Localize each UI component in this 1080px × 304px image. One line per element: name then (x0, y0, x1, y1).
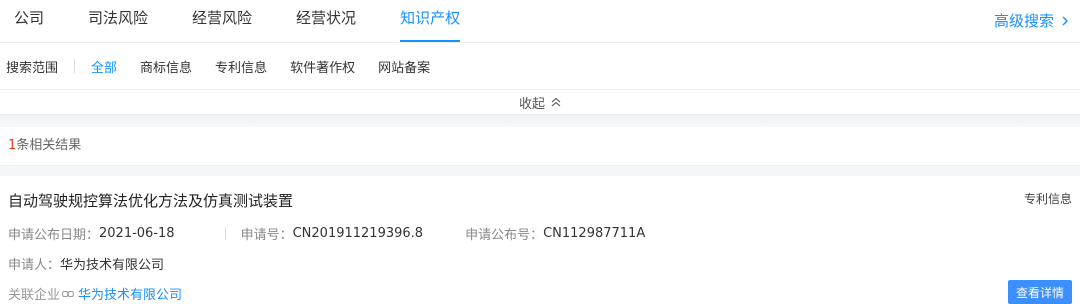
result-type-badge: 专利信息 (1023, 192, 1072, 206)
chevron-up-icon (551, 97, 561, 107)
result-title[interactable]: 自动驾驶规控算法优化方法及仿真测试装置 (8, 190, 293, 211)
collapse-toggle[interactable]: 收起 (0, 90, 1080, 114)
advanced-search-link[interactable]: 高级搜索 (994, 0, 1070, 42)
top-nav: 公司 司法风险 经营风险 经营状况 知识产权 高级搜索 (0, 0, 1080, 43)
collapse-label: 收起 (518, 96, 545, 112)
related-label: 关联企业 (8, 288, 61, 303)
app-no-label: 申请号： (240, 228, 293, 243)
result-item: 自动驾驶规控算法优化方法及仿真测试装置 专利信息 申请公布日期： 2021-06… (0, 176, 1080, 304)
pub-date-label: 申请公布日期： (8, 228, 100, 243)
divider (74, 59, 76, 73)
related-company-link[interactable]: 华为技术有限公司 (78, 284, 182, 303)
filter-trademark[interactable]: 商标信息 (140, 57, 192, 76)
tab-intellectual-property[interactable]: 知识产权 (400, 0, 461, 42)
result-meta-row: 申请公布日期： 2021-06-18 申请号： CN201911219396.8… (8, 224, 645, 243)
search-scope-bar: 搜索范围 全部 商标信息 专利信息 软件著作权 网站备案 (0, 43, 1080, 90)
tab-judicial-risk[interactable]: 司法风险 (88, 0, 148, 42)
search-scope-label: 搜索范围 (6, 60, 59, 76)
result-count: 1条相关结果 (0, 127, 1080, 166)
result-count-suffix: 条相关结果 (16, 138, 82, 153)
view-details-button[interactable]: 查看详情 (1008, 280, 1072, 304)
section-divider (0, 114, 1080, 127)
app-no-value: CN201911219396.8 (292, 226, 424, 241)
tab-company[interactable]: 公司 (14, 0, 44, 42)
filter-all[interactable]: 全部 (91, 57, 117, 76)
pub-date-value: 2021-06-18 (99, 226, 175, 241)
applicant-label: 申请人： (8, 258, 61, 273)
filter-patent[interactable]: 专利信息 (215, 57, 267, 76)
applicant-row: 申请人：华为技术有限公司 (8, 254, 164, 273)
advanced-search-label: 高级搜索 (993, 12, 1054, 30)
filter-software-copyright[interactable]: 软件著作权 (290, 57, 355, 76)
filter-website-record[interactable]: 网站备案 (378, 57, 430, 76)
link-icon (62, 290, 74, 297)
applicant-value: 华为技术有限公司 (60, 258, 165, 273)
tab-business-status[interactable]: 经营状况 (296, 0, 356, 42)
tab-business-risk[interactable]: 经营风险 (192, 0, 252, 42)
divider (224, 227, 226, 240)
section-gap (0, 166, 1080, 176)
pub-no-value: CN112987711A (543, 226, 646, 241)
related-company-row: 关联企业 华为技术有限公司 (8, 284, 182, 303)
nav-tabs: 公司 司法风险 经营风险 经营状况 知识产权 (0, 0, 482, 42)
chevron-right-icon (1062, 16, 1068, 26)
pub-no-label: 申请公布号： (465, 228, 544, 243)
